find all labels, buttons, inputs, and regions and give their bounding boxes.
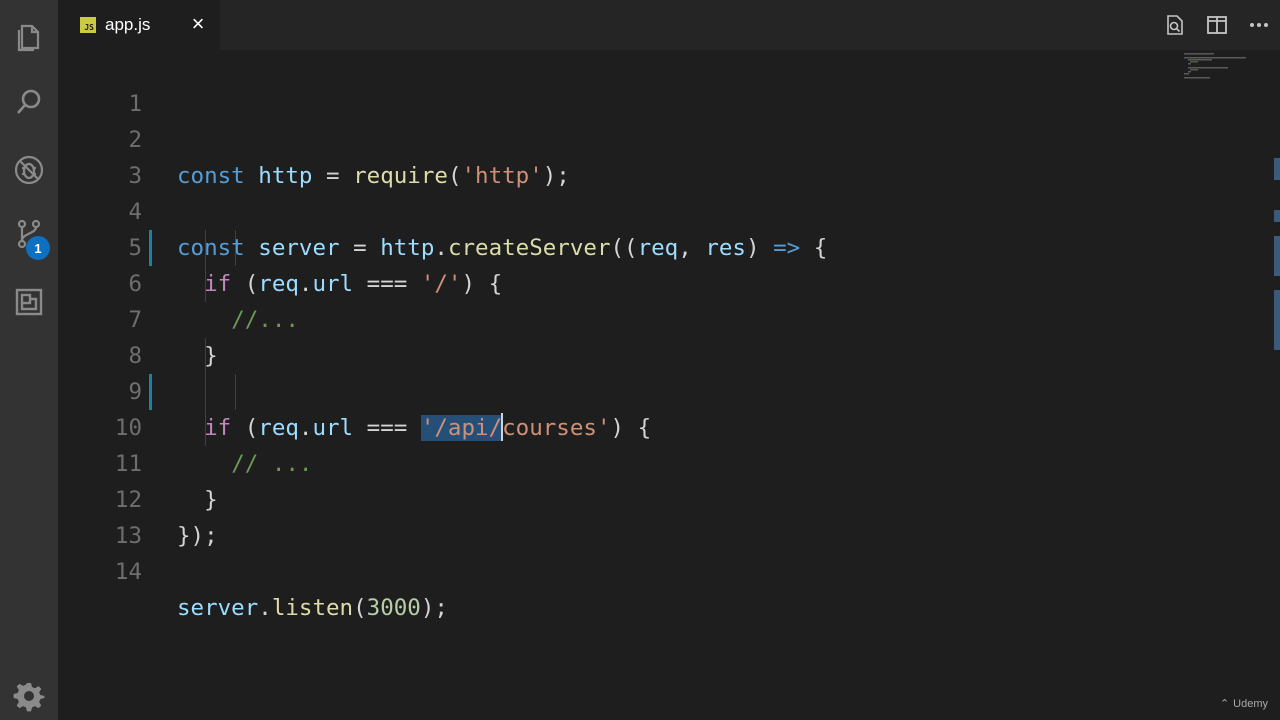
more-actions-icon[interactable] bbox=[1238, 0, 1280, 50]
minimap[interactable] bbox=[1180, 50, 1252, 90]
open-changes-icon[interactable] bbox=[1154, 0, 1196, 50]
token-punct: . bbox=[258, 595, 272, 621]
source-control-badge: 1 bbox=[26, 236, 50, 260]
debug-icon[interactable] bbox=[11, 152, 47, 188]
code-line: 1 bbox=[58, 50, 1208, 117]
code-line: 3 bbox=[58, 122, 1208, 189]
close-icon[interactable]: × bbox=[188, 13, 208, 35]
extensions-icon[interactable] bbox=[11, 284, 47, 320]
code-line: 12 }); bbox=[58, 446, 1208, 549]
code-line: 4 const server = http.createServer((req,… bbox=[58, 158, 1208, 261]
editor-actions bbox=[1154, 0, 1280, 50]
token-punct: ( bbox=[353, 595, 367, 621]
code-line: 11 } bbox=[58, 410, 1208, 513]
code-line: 5 if (req.url === '/') { bbox=[58, 194, 1208, 297]
code-line: 13 bbox=[58, 482, 1208, 549]
scrollbar-marker bbox=[1274, 210, 1280, 222]
token-function: listen bbox=[271, 595, 354, 621]
code-line: 9 if (req.url === '/api/courses') { bbox=[58, 338, 1208, 441]
token-punct: ); bbox=[420, 595, 448, 621]
tab-app-js[interactable]: JS app.js × bbox=[58, 0, 220, 50]
token-number: 3000 bbox=[366, 595, 421, 621]
scrollbar-marker bbox=[1274, 236, 1280, 276]
js-file-icon: JS bbox=[80, 17, 96, 33]
code-line: 2 const http = require('http'); bbox=[58, 86, 1208, 189]
tab-bar: JS app.js × bbox=[58, 0, 1280, 50]
search-icon[interactable] bbox=[11, 84, 47, 120]
udemy-logo-icon: ⌃ bbox=[1219, 698, 1230, 710]
code-line: 14 server.listen(3000); bbox=[58, 518, 1208, 621]
udemy-watermark: ⌃ Udemy bbox=[1219, 697, 1268, 711]
udemy-label: Udemy bbox=[1233, 697, 1268, 710]
gear-icon[interactable] bbox=[11, 678, 47, 714]
explorer-icon[interactable] bbox=[11, 18, 47, 54]
tab-title: app.js bbox=[105, 15, 151, 34]
code-line: 10 // ... bbox=[58, 374, 1208, 477]
scrollbar-marker bbox=[1274, 290, 1280, 350]
activity-bar: 1 bbox=[0, 0, 58, 720]
code-line: 8 bbox=[58, 302, 1208, 369]
code-editor[interactable]: 1 2 const http = require('http'); 3 4 co… bbox=[58, 50, 1280, 720]
code-line: 7 } bbox=[58, 266, 1208, 369]
split-editor-icon[interactable] bbox=[1196, 0, 1238, 50]
line-number: 14 bbox=[114, 559, 142, 585]
token-identifier: server bbox=[177, 595, 259, 621]
code-line: 6 //... bbox=[58, 230, 1208, 333]
scrollbar-marker bbox=[1274, 158, 1280, 180]
